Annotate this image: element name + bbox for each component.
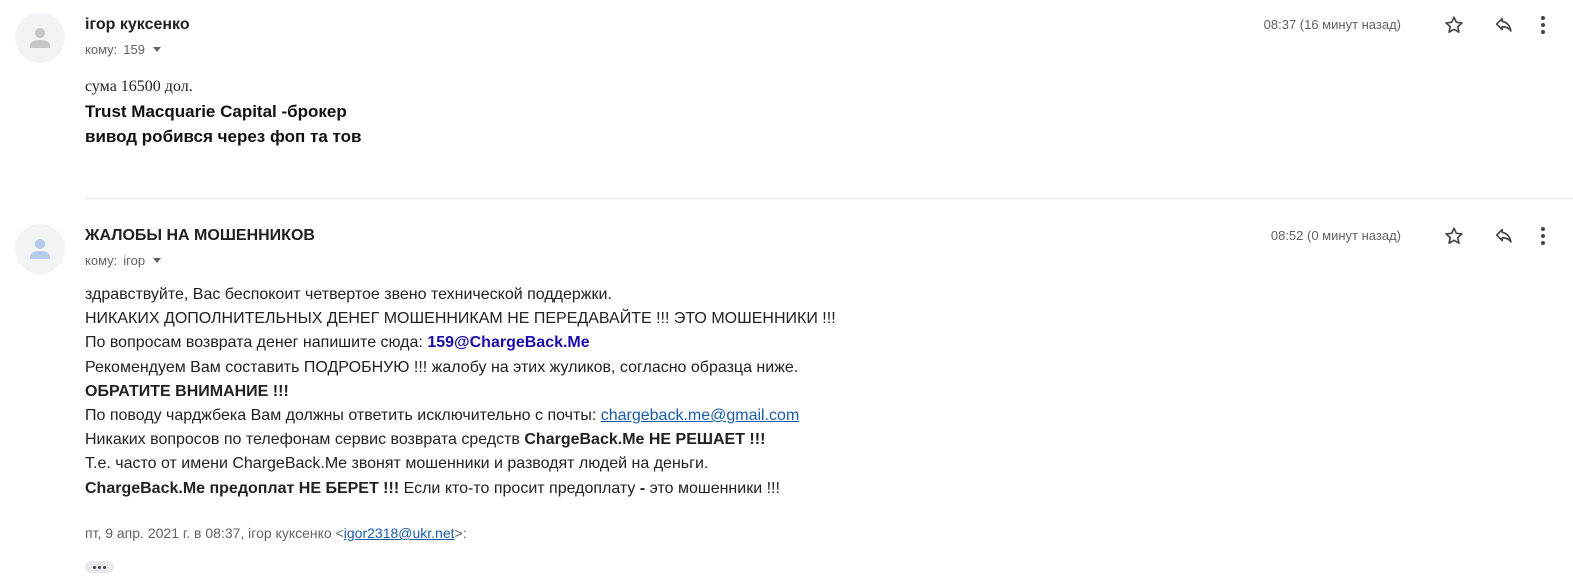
message-time: 08:52 (0 минут назад) — [1270, 228, 1401, 243]
body-line: сума 16500 дол. — [85, 78, 193, 95]
body-line: вивод робився через фоп та тов — [85, 127, 362, 146]
star-icon[interactable] — [1429, 221, 1479, 251]
recipient-line: кому: ігор — [85, 253, 162, 268]
body-line: По вопросам возврата денег напишите сюда… — [85, 331, 836, 355]
recipient-prefix: кому: — [85, 253, 118, 268]
recipient-prefix: кому: — [85, 42, 118, 57]
message-time: 08:37 (16 минут назад) — [1263, 17, 1401, 32]
message-actions — [1429, 221, 1557, 251]
body-text: Если кто-то просит предоплату — [399, 479, 640, 497]
message-1: ігор куксенко кому: 159 08:37 (16 минут … — [0, 0, 1573, 198]
chevron-down-icon[interactable] — [153, 258, 162, 263]
quote-email-link[interactable]: igor2318@ukr.net — [344, 525, 455, 541]
quote-prefix: пт, 9 апр. 2021 г. в 08:37, ігор куксенк… — [85, 525, 344, 541]
body-text: По вопросам возврата денег напишите сюда… — [85, 334, 428, 352]
body-line-bold: ОБРАТИТЕ ВНИМАНИЕ !!! — [85, 382, 289, 400]
recipient-line: кому: 159 — [85, 42, 161, 57]
recipient-name: ігор — [123, 253, 146, 268]
message-2: ЖАЛОБЫ НА МОШЕННИКОВ кому: ігор 08:52 (0… — [0, 199, 1573, 583]
body-text: По поводу чарджбека Вам должны ответить … — [85, 407, 601, 425]
chevron-down-icon[interactable] — [152, 47, 161, 52]
body-text-bold: ChargeBack.Me предоплат НЕ БЕРЕТ !!! — [85, 479, 400, 497]
quote-suffix: >: — [454, 525, 467, 541]
person-avatar-icon — [15, 13, 65, 63]
reply-icon[interactable] — [1479, 10, 1529, 40]
body-line: По поводу чарджбека Вам должны ответить … — [85, 404, 836, 428]
show-trimmed-content-icon[interactable] — [85, 561, 114, 573]
body-line: Т.е. часто от имени ChargeBack.Me звонят… — [85, 455, 709, 473]
more-vert-icon[interactable] — [1529, 221, 1557, 251]
recipient-name: 159 — [123, 42, 145, 57]
body-line: Никаких вопросов по телефонам сервис воз… — [85, 428, 836, 452]
body-line: здравствуйте, Вас беспокоит четвертое зв… — [85, 286, 612, 303]
body-line: Рекомендуем Вам составить ПОДРОБНУЮ !!! … — [85, 358, 799, 376]
message-body: сума 16500 дол. Trust Macquarie Capital … — [85, 74, 361, 149]
quote-attribution: пт, 9 апр. 2021 г. в 08:37, ігор куксенк… — [85, 525, 467, 541]
sender-name[interactable]: ЖАЛОБЫ НА МОШЕННИКОВ — [85, 227, 315, 245]
star-icon[interactable] — [1429, 10, 1479, 40]
reply-icon[interactable] — [1479, 221, 1529, 251]
person-avatar-icon — [15, 224, 65, 274]
body-text-bold: ChargeBack.Me НЕ РЕШАЕТ !!! — [524, 431, 766, 449]
sender-name[interactable]: ігор куксенко — [85, 16, 190, 34]
body-text: это мошенники !!! — [645, 479, 780, 497]
gmail-email-link[interactable]: chargeback.me@gmail.com — [601, 407, 800, 424]
more-vert-icon[interactable] — [1529, 10, 1557, 40]
chargeback-email-link[interactable]: 159@ChargeBack.Me — [427, 334, 589, 351]
body-text: Никаких вопросов по телефонам сервис воз… — [85, 431, 525, 449]
body-line: НИКАКИХ ДОПОЛНИТЕЛЬНЫХ ДЕНЕГ МОШЕННИКАМ … — [85, 310, 836, 328]
body-line: ChargeBack.Me предоплат НЕ БЕРЕТ !!! Есл… — [85, 477, 836, 501]
message-actions — [1429, 10, 1557, 40]
message-body: здравствуйте, Вас беспокоит четвертое зв… — [85, 283, 836, 501]
body-line: Trust Macquarie Capital -брокер — [85, 102, 347, 121]
